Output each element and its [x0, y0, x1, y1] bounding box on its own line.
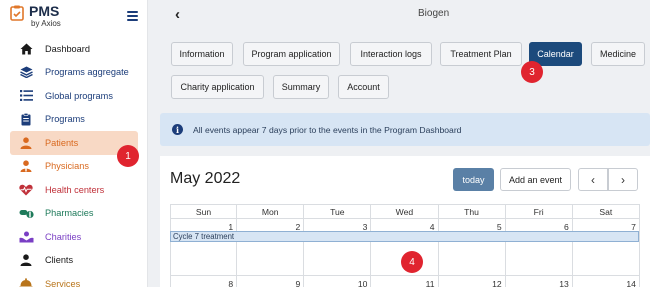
day-number: 11: [425, 279, 435, 287]
sidebar-item-label: Global programs: [45, 90, 113, 101]
day-cell[interactable]: 9: [237, 276, 305, 287]
tab-program-application[interactable]: Program application: [243, 42, 340, 66]
add-event-button[interactable]: Add an event: [500, 168, 571, 191]
doctor-icon: [18, 159, 34, 173]
pills-icon: [18, 206, 34, 220]
sidebar: PMS by Axios Dashboard Programs aggregat…: [0, 0, 148, 287]
day-number: 10: [357, 279, 368, 287]
day-cell[interactable]: 12: [439, 276, 506, 287]
back-arrow-icon[interactable]: ‹: [175, 6, 180, 23]
brand-title: PMS: [29, 3, 60, 19]
today-button[interactable]: today: [453, 168, 494, 191]
day-header: Fri: [505, 204, 573, 219]
main-content: ‹ Biogen Information Program application…: [148, 0, 650, 287]
clipboard-check-icon: [10, 5, 24, 21]
tab-summary[interactable]: Summary: [273, 75, 329, 99]
sidebar-item-label: Health centers: [45, 184, 105, 195]
sidebar-item-label: Physicians: [45, 161, 89, 172]
sidebar-item-label: Patients: [45, 137, 79, 148]
sidebar-item-programs[interactable]: Programs: [10, 108, 138, 132]
sidebar-item-label: Clients: [45, 255, 74, 266]
annotation-badge-3: 3: [521, 61, 543, 83]
tab-information[interactable]: Information: [171, 42, 233, 66]
day-cell[interactable]: 13: [506, 276, 573, 287]
sidebar-item-label: Services: [45, 278, 81, 287]
tab-treatment-plan[interactable]: Treatment Plan: [440, 42, 522, 66]
day-number: 12: [492, 279, 502, 287]
tab-medicine[interactable]: Medicine: [591, 42, 645, 66]
home-icon: [18, 42, 34, 56]
menu-toggle-icon[interactable]: [127, 11, 138, 21]
day-cell[interactable]: 1: [170, 219, 238, 276]
heartbeat-icon: [18, 183, 34, 197]
day-cell[interactable]: 2: [237, 219, 305, 276]
day-number: 13: [559, 279, 569, 287]
user-icon: [18, 136, 34, 150]
day-header: Thu: [438, 204, 506, 219]
info-icon: i: [172, 124, 183, 135]
day-cell[interactable]: 14: [573, 276, 640, 287]
day-cell[interactable]: 8: [170, 276, 238, 287]
calendar-day-headers: Sun Mon Tue Wed Thu Fri Sat: [170, 204, 640, 219]
clipboard-icon: [18, 112, 34, 126]
day-cell[interactable]: 6: [505, 219, 573, 276]
client-icon: [18, 253, 34, 267]
day-number: 14: [626, 279, 636, 287]
sidebar-item-programs-aggregate[interactable]: Programs aggregate: [10, 61, 138, 85]
page-title: Biogen: [418, 8, 450, 19]
hands-icon: [18, 230, 34, 244]
bell-icon: [18, 277, 34, 287]
info-banner: i All events appear 7 days prior to the …: [160, 113, 650, 146]
day-cell[interactable]: 5: [438, 219, 506, 276]
calendar-month-title: May 2022: [170, 170, 241, 187]
tab-interaction-logs[interactable]: Interaction logs: [350, 42, 432, 66]
tab-account[interactable]: Account: [338, 75, 389, 99]
day-header: Mon: [237, 204, 305, 219]
day-cell[interactable]: 11: [371, 276, 439, 287]
sidebar-item-pharmacies[interactable]: Pharmacies: [10, 202, 138, 226]
sidebar-item-clients[interactable]: Clients: [10, 249, 138, 273]
day-cell[interactable]: 3: [304, 219, 372, 276]
app-logo[interactable]: PMS by Axios: [10, 4, 61, 29]
list-icon: [18, 89, 34, 103]
chevron-left-icon[interactable]: ‹: [578, 168, 608, 191]
day-number: 9: [295, 279, 301, 287]
sidebar-item-label: Dashboard: [45, 43, 90, 54]
calendar-grid: Sun Mon Tue Wed Thu Fri Sat 1 2 3 4 5 6 …: [170, 204, 640, 287]
sidebar-item-services[interactable]: Services: [10, 272, 138, 287]
sidebar-item-label: Charities: [45, 231, 82, 242]
day-header: Sun: [170, 204, 238, 219]
calendar-event[interactable]: Cycle 7 treatment: [170, 231, 639, 242]
brand-subtitle: by Axios: [31, 19, 61, 28]
sidebar-item-charities[interactable]: Charities: [10, 225, 138, 249]
day-header: Sat: [572, 204, 640, 219]
day-cell[interactable]: 7: [572, 219, 640, 276]
day-cell[interactable]: 10: [304, 276, 372, 287]
sidebar-item-health-centers[interactable]: Health centers: [10, 178, 138, 202]
annotation-badge-1: 1: [117, 145, 139, 167]
layers-icon: [18, 65, 34, 79]
chevron-right-icon[interactable]: ›: [608, 168, 638, 191]
sidebar-item-label: Programs aggregate: [45, 67, 129, 78]
sidebar-item-label: Pharmacies: [45, 208, 94, 219]
annotation-badge-4: 4: [401, 251, 423, 273]
sidebar-item-global-programs[interactable]: Global programs: [10, 84, 138, 108]
day-header: Tue: [304, 204, 372, 219]
info-text: All events appear 7 days prior to the ev…: [193, 124, 462, 135]
sidebar-item-label: Programs: [45, 114, 85, 125]
sidebar-item-dashboard[interactable]: Dashboard: [10, 37, 138, 61]
calendar-week-row: 8 9 10 11 12 13 14: [170, 276, 640, 287]
day-header: Wed: [371, 204, 439, 219]
day-number: 8: [228, 279, 234, 287]
tab-charity-application[interactable]: Charity application: [171, 75, 264, 99]
